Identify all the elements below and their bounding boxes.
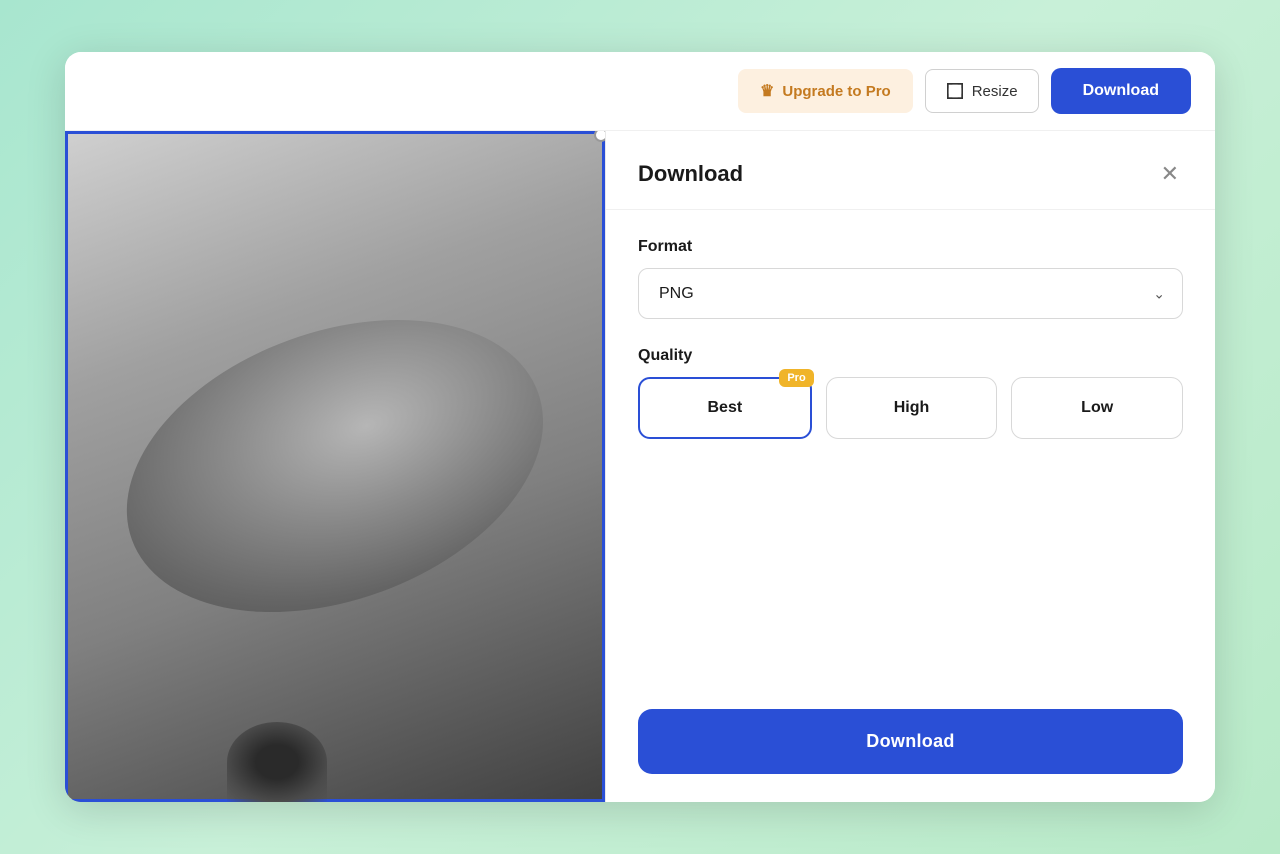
quality-section: Quality Pro Best High Low xyxy=(638,347,1183,439)
download-panel: Download ✕ Format PNG JPG WEBP PDF ⌄ xyxy=(605,131,1215,802)
upgrade-label: Upgrade to Pro xyxy=(782,83,890,100)
format-select-wrapper: PNG JPG WEBP PDF ⌄ xyxy=(638,268,1183,319)
quality-best-label: Best xyxy=(707,399,742,416)
quality-label: Quality xyxy=(638,347,1183,365)
pro-badge: Pro xyxy=(779,369,813,387)
quality-low-button[interactable]: Low xyxy=(1011,377,1183,439)
upgrade-to-pro-button[interactable]: ♛ Upgrade to Pro xyxy=(738,69,913,113)
format-section: Format PNG JPG WEBP PDF ⌄ xyxy=(638,238,1183,319)
format-select[interactable]: PNG JPG WEBP PDF xyxy=(638,268,1183,319)
download-header-button[interactable]: Download xyxy=(1051,68,1191,114)
quality-low-label: Low xyxy=(1081,399,1113,416)
quality-high-button[interactable]: High xyxy=(826,377,998,439)
panel-body: Format PNG JPG WEBP PDF ⌄ Quality xyxy=(606,210,1215,709)
canvas-area xyxy=(65,131,605,802)
app-container: ♛ Upgrade to Pro Resize Download xyxy=(65,52,1215,802)
resize-button[interactable]: Resize xyxy=(925,69,1039,113)
panel-title: Download xyxy=(638,161,743,187)
format-label: Format xyxy=(638,238,1183,256)
quality-options: Pro Best High Low xyxy=(638,377,1183,439)
resize-icon xyxy=(946,82,964,100)
selection-border xyxy=(65,131,605,802)
resize-label: Resize xyxy=(972,83,1018,100)
download-main-button[interactable]: Download xyxy=(638,709,1183,774)
main-content: Download ✕ Format PNG JPG WEBP PDF ⌄ xyxy=(65,131,1215,802)
canvas-image xyxy=(65,131,605,802)
panel-header: Download ✕ xyxy=(606,131,1215,210)
quality-high-label: High xyxy=(894,399,930,416)
close-button[interactable]: ✕ xyxy=(1157,159,1183,189)
crown-icon: ♛ xyxy=(760,81,774,101)
selection-handle xyxy=(594,131,605,142)
panel-footer: Download xyxy=(606,709,1215,802)
quality-best-button[interactable]: Pro Best xyxy=(638,377,812,439)
toolbar: ♛ Upgrade to Pro Resize Download xyxy=(65,52,1215,131)
